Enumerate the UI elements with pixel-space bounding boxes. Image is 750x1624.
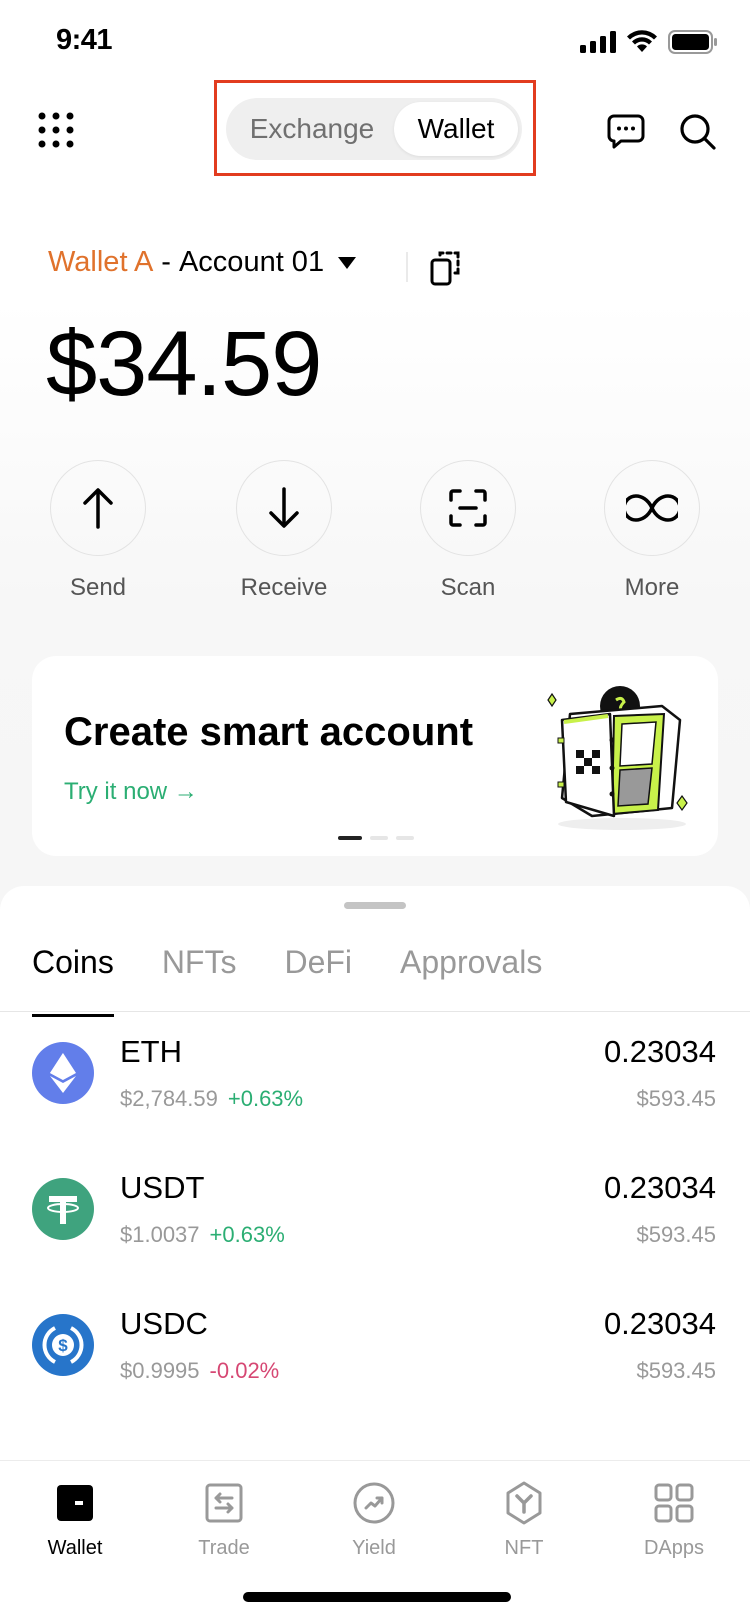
search-icon [680, 114, 716, 150]
wallet-icon [57, 1485, 93, 1521]
coin-value: $593.45 [636, 1222, 716, 1247]
coin-price: $2,784.59 [120, 1086, 218, 1111]
scan-circle [420, 460, 516, 556]
safe-illustration-icon [547, 686, 688, 830]
usdt-logo-icon [32, 1178, 94, 1240]
carousel-dot-1[interactable] [338, 836, 362, 840]
promo-card[interactable]: Create smart account Try it now → [32, 656, 718, 856]
send-button[interactable]: Send [50, 460, 146, 602]
sheet-drag-handle[interactable] [344, 902, 406, 909]
send-circle [50, 460, 146, 556]
send-label: Send [69, 574, 127, 601]
coin-change: -0.02% [209, 1358, 280, 1383]
caret-down-icon [338, 256, 357, 269]
more-button[interactable]: More [604, 460, 700, 602]
account-separator: - [161, 246, 171, 278]
home-indicator[interactable] [243, 1592, 511, 1602]
coin-symbol: USDC [120, 1306, 208, 1341]
coin-row-usdt[interactable]: USDT $1.0037 +0.63% 0.23034 $593.45 [0, 1152, 750, 1282]
nav-dapps-label: DApps [643, 1537, 705, 1559]
coin-amount: 0.23034 [603, 1170, 716, 1205]
exchange-wallet-toggle[interactable]: Exchange Wallet [226, 98, 522, 160]
coin-row-usdc[interactable]: $ USDC $0.9995 -0.02% 0.23034 $593.45 [0, 1288, 750, 1418]
wifi-icon [627, 30, 657, 52]
nav-dapps[interactable]: DApps [614, 1481, 734, 1560]
arrow-down-icon [269, 487, 299, 528]
asset-tabs: Coins NFTs DeFi Approvals [32, 944, 542, 1017]
nav-trade[interactable]: Trade [164, 1481, 284, 1560]
coin-value: $593.45 [636, 1086, 716, 1111]
coin-value: $593.45 [636, 1358, 716, 1383]
nft-hexagon-icon [506, 1481, 542, 1525]
coin-price: $1.0037 [120, 1222, 200, 1247]
copy-address-button[interactable] [430, 250, 462, 286]
coin-change: +0.63% [227, 1086, 304, 1111]
coin-price-line: $2,784.59 +0.63% [120, 1086, 303, 1112]
svg-text:$: $ [58, 1336, 68, 1355]
coin-symbol: ETH [120, 1034, 182, 1069]
scan-label: Scan [440, 574, 496, 601]
copy-icon [430, 251, 460, 286]
carousel-dot-2[interactable] [370, 836, 388, 840]
carousel-dot-3[interactable] [396, 836, 414, 840]
account-name: Account 01 [178, 246, 325, 278]
receive-label: Receive [240, 574, 328, 601]
coin-price-line: $1.0037 +0.63% [120, 1222, 285, 1248]
chat-bubble-icon [607, 114, 645, 149]
nav-yield[interactable]: Yield [314, 1481, 434, 1560]
more-label: More [624, 574, 680, 601]
tabs-divider [0, 1011, 750, 1012]
coin-price: $0.9995 [120, 1358, 200, 1383]
account-divider [406, 252, 408, 282]
coin-price-line: $0.9995 -0.02% [120, 1358, 279, 1384]
nav-trade-label: Trade [198, 1537, 250, 1559]
segment-wallet[interactable]: Wallet [394, 102, 518, 156]
messages-button[interactable] [606, 112, 646, 152]
promo-title: Create smart account [64, 710, 474, 754]
coin-amount: 0.23034 [603, 1034, 716, 1069]
yield-trend-icon [353, 1482, 395, 1524]
promo-link[interactable]: Try it now → [64, 778, 198, 806]
grid-dots-icon [38, 112, 74, 148]
infinity-icon [626, 494, 678, 522]
coin-row-eth[interactable]: ETH $2,784.59 +0.63% 0.23034 $593.45 [0, 1016, 750, 1146]
tab-coins[interactable]: Coins [32, 944, 114, 1017]
tab-defi[interactable]: DeFi [284, 944, 352, 1017]
total-balance: $34.59 [46, 313, 322, 415]
nav-wallet[interactable]: Wallet [15, 1481, 135, 1560]
scan-icon [449, 489, 487, 527]
receive-button[interactable]: Receive [236, 460, 332, 602]
battery-icon [668, 30, 717, 54]
eth-logo-icon [32, 1042, 94, 1104]
receive-circle [236, 460, 332, 556]
arrow-up-icon [83, 488, 113, 529]
menu-grid-button[interactable] [38, 112, 74, 148]
account-selector[interactable]: Wallet A - Account 01 [48, 246, 357, 279]
usdc-logo-icon: $ [32, 1314, 94, 1376]
nav-wallet-label: Wallet [47, 1537, 103, 1559]
search-button[interactable] [678, 112, 718, 152]
tab-nfts[interactable]: NFTs [162, 944, 237, 1017]
nav-nft-label: NFT [504, 1537, 544, 1559]
segment-exchange[interactable]: Exchange [230, 102, 394, 156]
wallet-name: Wallet A [48, 246, 154, 278]
cellular-signal-icon [580, 31, 616, 53]
nav-nft[interactable]: NFT [464, 1481, 584, 1560]
status-icons [580, 30, 718, 54]
trade-swap-icon [205, 1483, 243, 1523]
nav-yield-label: Yield [352, 1537, 396, 1559]
coin-change: +0.63% [209, 1222, 285, 1247]
more-circle [604, 460, 700, 556]
status-time: 9:41 [56, 24, 113, 56]
scan-button[interactable]: Scan [420, 460, 516, 602]
carousel-indicator [338, 836, 414, 840]
coin-amount: 0.23034 [603, 1306, 716, 1341]
coin-symbol: USDT [120, 1170, 205, 1205]
dapps-grid-icon [654, 1483, 694, 1523]
tab-approvals[interactable]: Approvals [400, 944, 542, 1017]
